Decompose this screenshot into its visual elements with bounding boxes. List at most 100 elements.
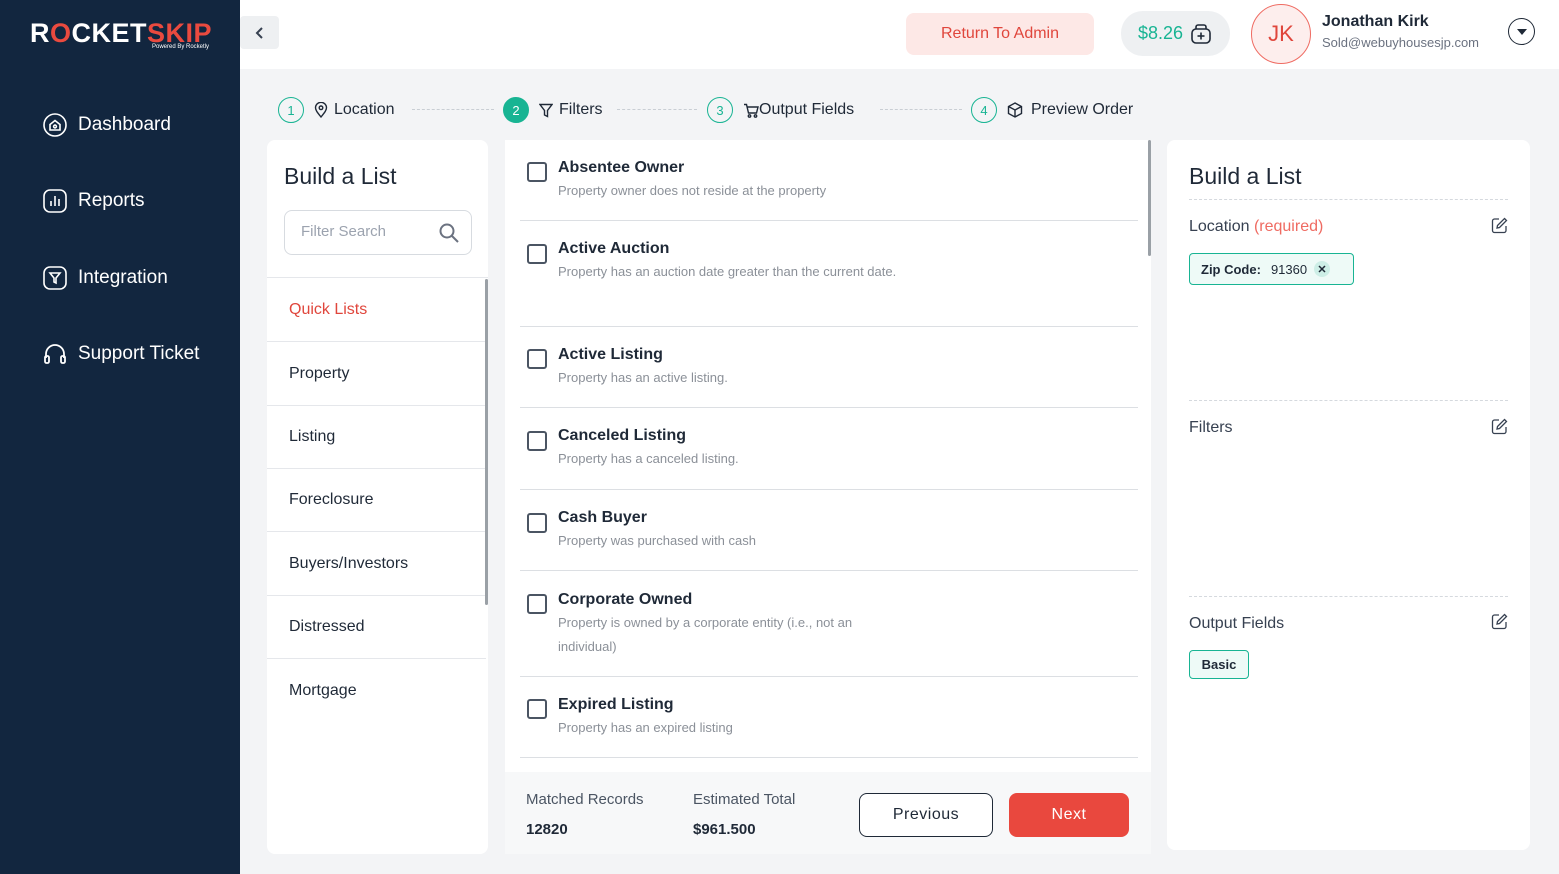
step-connector bbox=[412, 109, 494, 110]
step-label: Preview Order bbox=[1031, 101, 1134, 118]
filter-title: Active Listing bbox=[558, 346, 663, 363]
filter-checkbox[interactable] bbox=[527, 244, 547, 264]
category-distressed[interactable]: Distressed bbox=[267, 595, 486, 659]
user-email: Sold@webuyhousesjp.com bbox=[1322, 35, 1480, 50]
step-number: 2 bbox=[503, 97, 529, 123]
category-foreclosure[interactable]: Foreclosure bbox=[267, 468, 486, 532]
return-to-admin-button[interactable]: Return To Admin bbox=[906, 13, 1094, 55]
integration-icon bbox=[43, 266, 67, 290]
step-number: 4 bbox=[971, 97, 997, 123]
filter-corporate-owned[interactable]: Corporate Owned Property is owned by a c… bbox=[520, 571, 1138, 677]
filter-description: Property has a canceled listing. bbox=[558, 451, 739, 466]
filter-active-auction[interactable]: Active Auction Property has an auction d… bbox=[520, 221, 1138, 327]
filter-description: Property has an expired listing bbox=[558, 720, 733, 735]
logo[interactable]: ROCKETSKIP Powered By Rocketly bbox=[30, 18, 212, 54]
filter-description: Property owner does not reside at the pr… bbox=[558, 183, 827, 198]
edit-output-fields-icon[interactable] bbox=[1491, 613, 1508, 630]
zip-code-value: 91360 bbox=[1270, 261, 1308, 277]
filter-checkbox[interactable] bbox=[527, 431, 547, 451]
filter-expired-listing[interactable]: Expired Listing Property has an expired … bbox=[520, 677, 1138, 758]
logo-subtitle: Powered By Rocketly bbox=[152, 44, 210, 50]
filter-cash-buyer[interactable]: Cash Buyer Property was purchased with c… bbox=[520, 490, 1138, 571]
sidebar-item-label: Support Ticket bbox=[78, 343, 200, 364]
cart-icon bbox=[744, 103, 759, 118]
edit-filters-icon[interactable] bbox=[1491, 418, 1508, 435]
close-icon bbox=[1318, 265, 1326, 273]
estimated-total-value: $961.500 bbox=[693, 821, 756, 838]
filter-checkbox[interactable] bbox=[527, 699, 547, 719]
filter-description: Property has an active listing. bbox=[558, 370, 728, 385]
filter-active-listing[interactable]: Active Listing Property has an active li… bbox=[520, 327, 1138, 408]
user-menu-toggle[interactable] bbox=[1508, 18, 1535, 45]
matched-records-label: Matched Records bbox=[526, 791, 644, 808]
sidebar-item-support-ticket[interactable]: Support Ticket bbox=[42, 341, 199, 367]
step-filters[interactable]: 2 Filters bbox=[503, 97, 603, 123]
required-indicator: (required) bbox=[1253, 218, 1324, 235]
category-buyers-investors[interactable]: Buyers/Investors bbox=[267, 532, 486, 596]
headset-icon bbox=[44, 344, 66, 364]
zip-code-tag: Zip Code: 91360 bbox=[1189, 253, 1354, 285]
summary-filters-label: Filters bbox=[1189, 419, 1233, 436]
sidebar-item-label: Integration bbox=[78, 267, 168, 288]
sidebar-item-dashboard[interactable]: Dashboard bbox=[42, 112, 171, 138]
home-icon bbox=[43, 113, 67, 137]
filter-canceled-listing[interactable]: Canceled Listing Property has a canceled… bbox=[520, 408, 1138, 490]
edit-location-icon[interactable] bbox=[1491, 217, 1508, 234]
filter-search-box[interactable] bbox=[284, 210, 472, 255]
step-location[interactable]: 1 Location bbox=[278, 97, 395, 123]
matched-records-value: 12820 bbox=[526, 821, 568, 838]
divider bbox=[1189, 199, 1508, 200]
step-number: 3 bbox=[707, 97, 733, 123]
add-funds-icon bbox=[1191, 23, 1211, 44]
step-label: Filters bbox=[559, 101, 603, 118]
filter-checkbox[interactable] bbox=[527, 162, 547, 182]
chevron-left-icon bbox=[255, 26, 263, 39]
step-preview-order[interactable]: 4 Preview Order bbox=[971, 97, 1133, 123]
filter-icon bbox=[539, 103, 553, 118]
filter-absentee-owner[interactable]: Absentee Owner Property owner does not r… bbox=[520, 150, 1138, 221]
filter-title: Canceled Listing bbox=[558, 427, 687, 444]
category-quick-lists[interactable]: Quick Lists bbox=[267, 278, 486, 342]
filter-description: Property is owned by a corporate entity … bbox=[558, 615, 853, 654]
sidebar-item-reports[interactable]: Reports bbox=[42, 188, 145, 214]
step-number: 1 bbox=[278, 97, 304, 123]
avatar[interactable]: JK bbox=[1251, 4, 1311, 64]
filter-title: Absentee Owner bbox=[558, 159, 685, 176]
next-button[interactable]: Next bbox=[1009, 793, 1129, 837]
sidebar-item-label: Reports bbox=[78, 190, 145, 211]
category-listing[interactable]: Listing bbox=[267, 405, 486, 469]
balance-value: $8.26 bbox=[1137, 23, 1184, 43]
filter-checkbox[interactable] bbox=[527, 594, 547, 614]
filter-title: Corporate Owned bbox=[558, 591, 693, 608]
filter-description: Property has an auction date greater tha… bbox=[558, 264, 897, 279]
collapse-sidebar-button[interactable] bbox=[240, 16, 279, 49]
box-icon bbox=[1007, 102, 1023, 118]
previous-button[interactable]: Previous bbox=[859, 793, 993, 837]
filter-checkbox[interactable] bbox=[527, 349, 547, 369]
sidebar-item-label: Dashboard bbox=[78, 114, 171, 135]
summary-panel bbox=[1167, 140, 1530, 850]
filter-search-input[interactable] bbox=[301, 223, 431, 240]
step-connector bbox=[617, 109, 697, 110]
category-mortgage[interactable]: Mortgage bbox=[267, 659, 486, 723]
zip-code-label: Zip Code: bbox=[1201, 261, 1261, 277]
step-connector bbox=[880, 109, 962, 110]
category-property[interactable]: Property bbox=[267, 342, 486, 406]
remove-zip-button[interactable] bbox=[1314, 261, 1331, 277]
filter-scrollbar[interactable] bbox=[1148, 140, 1151, 256]
step-output-fields[interactable]: 3 Output Fields bbox=[707, 97, 854, 123]
step-label: Location bbox=[334, 101, 395, 118]
filter-title: Cash Buyer bbox=[558, 509, 647, 526]
sidebar-item-integration[interactable]: Integration bbox=[42, 265, 168, 291]
category-scrollbar[interactable] bbox=[485, 279, 488, 605]
map-pin-icon bbox=[314, 102, 328, 118]
summary-output-fields-label: Output Fields bbox=[1189, 615, 1285, 632]
reports-icon bbox=[43, 189, 67, 213]
wallet-balance[interactable]: $8.26 bbox=[1121, 11, 1230, 56]
search-icon[interactable] bbox=[438, 222, 460, 244]
filter-checkbox[interactable] bbox=[527, 513, 547, 533]
estimated-total-label: Estimated Total bbox=[693, 791, 796, 808]
summary-panel-title: Build a List bbox=[1189, 163, 1302, 189]
step-label: Output Fields bbox=[759, 101, 855, 118]
user-name: Jonathan Kirk bbox=[1322, 13, 1429, 30]
